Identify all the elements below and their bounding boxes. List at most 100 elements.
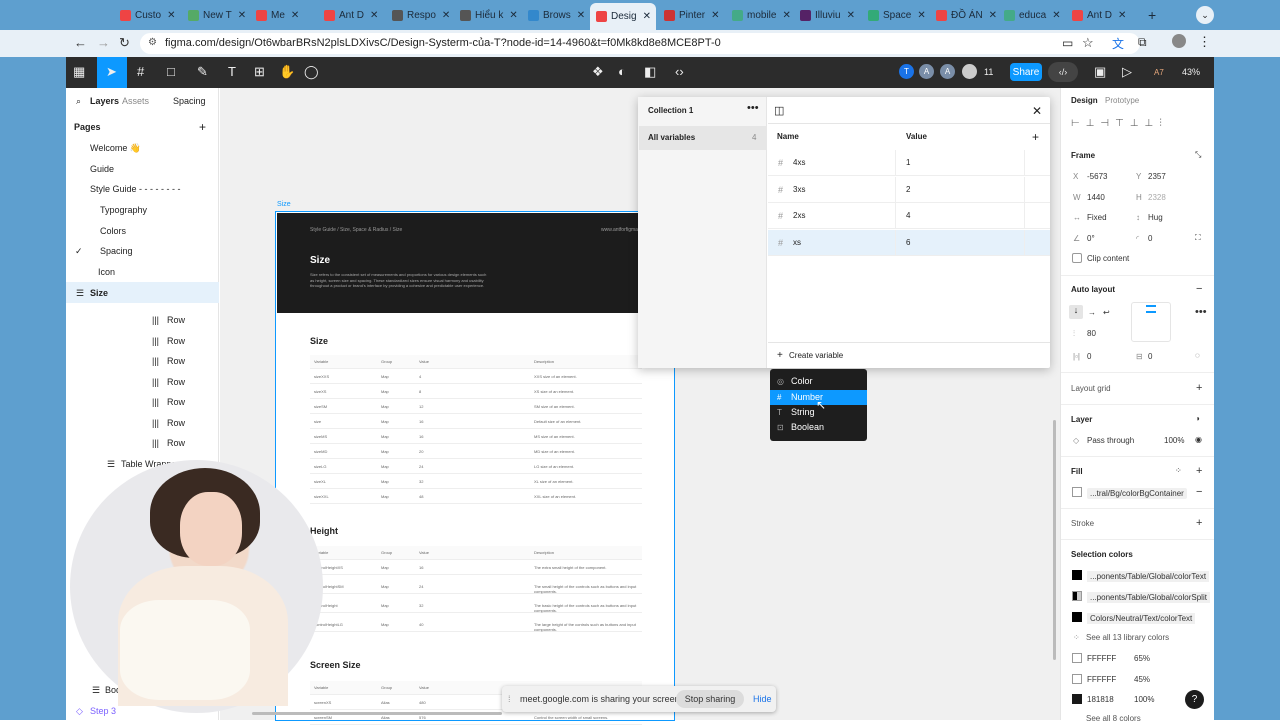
y-field[interactable]: 2357	[1148, 172, 1166, 181]
variable-value[interactable]: 4	[906, 211, 910, 220]
h-field[interactable]: 2328	[1148, 193, 1166, 202]
padding-v-field[interactable]: 0	[1148, 352, 1152, 361]
page-selector[interactable]: Spacing	[173, 96, 206, 106]
install-icon[interactable]: ▭	[1062, 36, 1073, 50]
layer-row[interactable]: Row	[167, 356, 185, 366]
selection-color[interactable]: Colors/Neutral/Text/colorText	[1087, 613, 1196, 624]
close-tab-icon[interactable]: ✕	[917, 10, 925, 21]
search-icon[interactable]: ⌕	[76, 96, 81, 107]
browser-tab[interactable]: Ant D ✕	[1066, 4, 1132, 26]
see-all-colors-link[interactable]: See all 8 colors	[1086, 714, 1141, 723]
menu-icon[interactable]: ⋮	[1198, 34, 1211, 50]
eye-icon[interactable]: ◉	[1195, 435, 1202, 444]
page-item[interactable]: Welcome 👋	[90, 143, 141, 154]
hex-opacity[interactable]: 65%	[1134, 654, 1150, 663]
browser-tab[interactable]: Me ✕	[250, 4, 316, 26]
add-icon[interactable]: +	[1196, 382, 1202, 394]
close-tab-icon[interactable]: ✕	[847, 10, 855, 21]
avatar[interactable]: A	[919, 64, 934, 79]
close-tab-icon[interactable]: ✕	[643, 11, 651, 22]
tab-prototype[interactable]: Prototype	[1105, 96, 1139, 105]
browser-tab[interactable]: Custo ✕	[114, 4, 180, 26]
library-icon[interactable]: ▣	[1094, 64, 1106, 80]
horizontal-scrollbar[interactable]	[252, 712, 502, 715]
variable-name[interactable]: xs	[793, 238, 801, 247]
variable-value[interactable]: 1	[906, 158, 910, 167]
color-swatch[interactable]	[1072, 570, 1082, 580]
translate-icon[interactable]: 文	[1112, 35, 1124, 52]
layer-step[interactable]: Step 3	[90, 706, 116, 716]
close-tab-icon[interactable]: ✕	[238, 10, 246, 21]
new-tab-icon[interactable]: +	[1148, 7, 1156, 23]
dev-mode-toggle[interactable]: ‹/›	[1048, 62, 1078, 82]
dev-code-icon[interactable]: ‹›	[675, 64, 684, 79]
layer-size[interactable]: Size	[90, 288, 108, 298]
layer-row[interactable]: Row	[167, 438, 185, 448]
browser-tab[interactable]: Pinter ✕	[658, 4, 724, 26]
help-button[interactable]: ?	[1185, 690, 1204, 709]
corner-icon[interactable]: ⛶	[1195, 233, 1201, 243]
page-item-current[interactable]: Spacing	[100, 246, 133, 256]
frame-label[interactable]: Size	[277, 201, 291, 208]
variable-row[interactable]: # xs 6	[768, 229, 1050, 256]
avatar[interactable]: T	[899, 64, 914, 79]
main-menu-icon[interactable]: ▦	[73, 64, 85, 80]
add-icon[interactable]: +	[1196, 465, 1202, 477]
component-icon[interactable]: ❖	[592, 64, 604, 80]
variable-row[interactable]: #4xs 1	[768, 150, 1050, 176]
page-item[interactable]: Colors	[100, 226, 126, 236]
remove-icon[interactable]: −	[1196, 283, 1202, 295]
hide-button[interactable]: Hide	[753, 694, 772, 704]
pen-tool-icon[interactable]: ✎	[197, 64, 208, 80]
w-field[interactable]: 1440	[1087, 193, 1105, 202]
page-item[interactable]: Icon	[98, 267, 115, 277]
hex-value[interactable]: FFFFFF	[1087, 654, 1116, 663]
variable-value[interactable]: 6	[906, 238, 910, 247]
tab-layers[interactable]: Layers	[90, 96, 119, 106]
opacity-field[interactable]: 100%	[1164, 436, 1184, 445]
vertical-scrollbar[interactable]	[1053, 420, 1056, 660]
x-field[interactable]: -5673	[1087, 172, 1107, 181]
fill-variable[interactable]: ...tral/Bg/colorBgContainer	[1087, 488, 1187, 499]
drag-handle-icon[interactable]: ⁞	[508, 694, 511, 704]
mask-icon[interactable]: ◐	[618, 64, 626, 79]
browser-tab[interactable]: mobile ✕	[726, 4, 792, 26]
close-tab-icon[interactable]: ✕	[1118, 10, 1126, 21]
see-all-library-link[interactable]: See all 13 library colors	[1086, 633, 1169, 642]
boolean-icon[interactable]: ◧	[644, 64, 656, 80]
hex-opacity[interactable]: 100%	[1134, 695, 1154, 704]
variable-name[interactable]: 4xs	[793, 158, 805, 167]
rotation-field[interactable]: 0°	[1087, 234, 1095, 243]
avatar[interactable]	[962, 64, 977, 79]
bookmark-star-icon[interactable]: ☆	[1082, 35, 1094, 51]
browser-tab[interactable]: Space ✕	[862, 4, 928, 26]
page-item[interactable]: Typography	[100, 205, 147, 215]
version-badge[interactable]: A7	[1154, 68, 1164, 77]
layer-row[interactable]: Row	[167, 315, 185, 325]
layer-row[interactable]: Row	[167, 377, 185, 387]
add-icon[interactable]: +	[1196, 517, 1202, 529]
back-icon[interactable]: ←	[74, 35, 87, 50]
browser-tab[interactable]: Desig ✕	[590, 3, 656, 30]
stroke-heading[interactable]: Stroke	[1071, 519, 1094, 528]
layer-row[interactable]: Row	[167, 397, 185, 407]
browser-tab[interactable]: Illuviu ✕	[794, 4, 860, 26]
wrap-icon[interactable]: ↩	[1103, 308, 1110, 317]
resources-icon[interactable]: ⊞	[254, 64, 265, 80]
browser-tab[interactable]: Respo ✕	[386, 4, 452, 26]
color-swatch[interactable]	[1072, 591, 1082, 601]
close-tab-icon[interactable]: ✕	[711, 10, 719, 21]
menu-item-color[interactable]: ◎ Color	[770, 374, 867, 389]
close-tab-icon[interactable]: ✕	[442, 10, 450, 21]
hex-value[interactable]: 181818	[1087, 695, 1114, 704]
gap-field[interactable]: 80	[1087, 329, 1096, 338]
color-swatch[interactable]	[1072, 674, 1082, 684]
close-tab-icon[interactable]: ✕	[370, 10, 378, 21]
shape-tool-icon[interactable]: □	[167, 64, 175, 79]
share-button[interactable]: Share	[1010, 63, 1042, 81]
layout-grid-heading[interactable]: Layout grid	[1071, 384, 1111, 393]
close-tab-icon[interactable]: ✕	[989, 10, 996, 21]
width-sizing[interactable]: Fixed	[1087, 213, 1107, 222]
avatar[interactable]: A	[940, 64, 955, 79]
color-swatch[interactable]	[1072, 694, 1082, 704]
